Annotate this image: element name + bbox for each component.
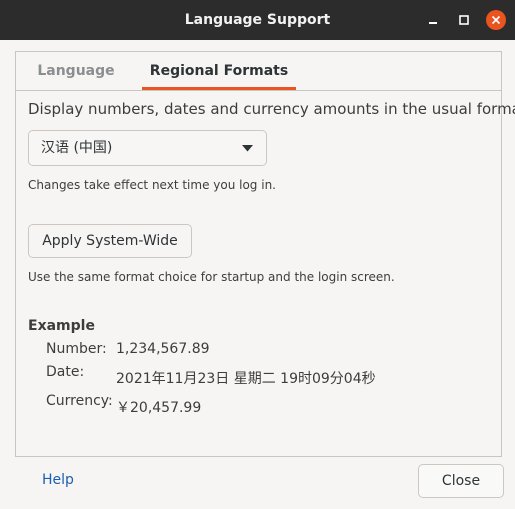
active-tab-indicator <box>142 87 296 90</box>
help-button[interactable]: Help <box>42 472 74 488</box>
tab-language[interactable]: Language <box>29 52 123 89</box>
tab-regional-formats[interactable]: Regional Formats <box>142 52 296 90</box>
close-window-button[interactable] <box>485 9 507 31</box>
example-heading: Example <box>28 318 95 334</box>
regional-format-select[interactable]: 汉语 (中国) <box>28 130 267 166</box>
selected-format: 汉语 (中国) <box>41 140 113 156</box>
close-icon <box>486 10 506 30</box>
apply-system-wide-button[interactable]: Apply System-Wide <box>28 224 192 258</box>
format-description: Display numbers, dates and currency amou… <box>28 100 515 118</box>
tab-bar: Language Regional Formats <box>16 52 501 91</box>
number-label: Number: <box>46 341 107 357</box>
maximize-icon <box>459 15 469 25</box>
minimize-button[interactable] <box>422 9 444 31</box>
title-bar[interactable]: Language Support <box>0 0 515 40</box>
minimize-icon <box>429 22 437 24</box>
date-label: Date: <box>46 364 85 380</box>
currency-label: Currency: <box>46 393 113 409</box>
number-value: 1,234,567.89 <box>116 341 210 357</box>
language-support-window: Language Support Language Regional Forma… <box>0 0 515 509</box>
maximize-button[interactable] <box>453 9 475 31</box>
date-value: 2021年11月23日 星期二 19时09分04秒 <box>116 371 376 387</box>
apply-note: Use the same format choice for startup a… <box>28 270 395 284</box>
tab-regional-formats-label: Regional Formats <box>149 63 289 79</box>
close-button[interactable]: Close <box>418 464 504 498</box>
restart-note: Changes take effect next time you log in… <box>28 178 276 192</box>
currency-value: ￥20,457.99 <box>116 400 202 416</box>
dropdown-arrow-icon <box>242 145 253 152</box>
